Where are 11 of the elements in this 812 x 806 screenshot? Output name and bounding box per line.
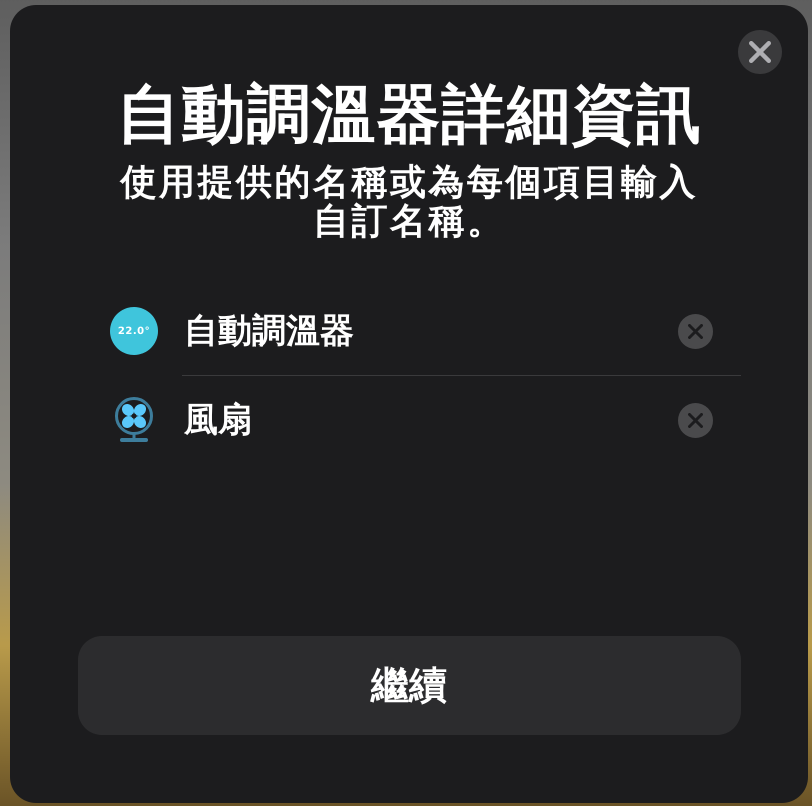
close-button[interactable] <box>738 30 782 74</box>
clear-button[interactable] <box>678 314 713 348</box>
clear-icon <box>688 412 703 428</box>
dialog-subtitle: 使用提供的名稱或為每個項目輸入自訂名稱。 <box>118 163 699 241</box>
temperature-badge: 22.0° <box>110 307 158 355</box>
close-icon <box>749 41 771 63</box>
clear-button[interactable] <box>678 402 713 438</box>
clear-icon <box>688 324 703 338</box>
name-field[interactable]: 自動調溫器 <box>184 307 678 355</box>
dialog-title: 自動調溫器詳細資訊 <box>116 77 702 154</box>
continue-button[interactable]: 繼續 <box>78 636 740 735</box>
